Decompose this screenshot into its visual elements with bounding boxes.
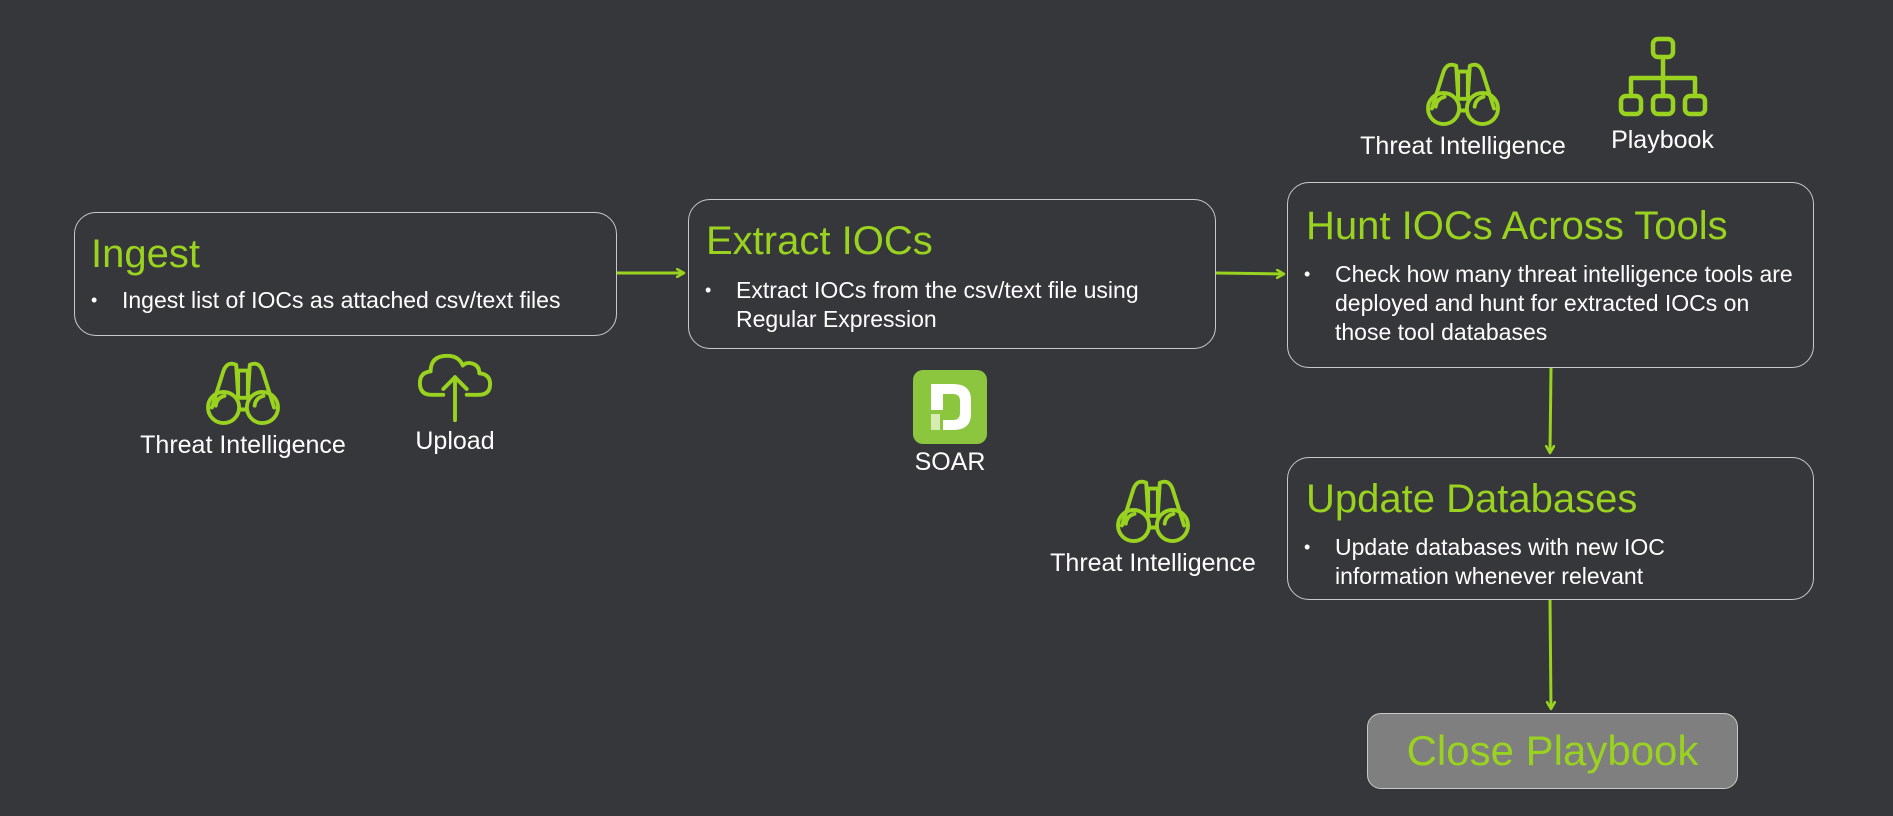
binoculars-icon bbox=[1424, 58, 1502, 128]
bullet-item: Update databases with new IOC informatio… bbox=[1302, 533, 1762, 591]
step-title: Hunt IOCs Across Tools bbox=[1306, 204, 1728, 248]
tool-label: Threat Intelligence bbox=[1050, 549, 1256, 577]
arrow-update-to-close bbox=[1550, 599, 1551, 709]
step-bullets: Ingest list of IOCs as attached csv/text… bbox=[89, 286, 609, 315]
tool-label: Upload bbox=[415, 427, 495, 455]
tool-upload: Upload bbox=[400, 349, 510, 456]
tool-label: Threat Intelligence bbox=[1360, 132, 1566, 160]
tool-threat-intelligence: Threat Intelligence bbox=[1348, 58, 1578, 161]
tool-label: SOAR bbox=[914, 448, 986, 476]
tool-playbook: Playbook bbox=[1600, 36, 1725, 155]
step-bullets: Update databases with new IOC informatio… bbox=[1302, 533, 1762, 591]
tool-threat-intelligence: Threat Intelligence bbox=[1038, 475, 1268, 578]
arrow-extract-to-hunt bbox=[1215, 273, 1284, 274]
bullet-item: Check how many threat intelligence tools… bbox=[1302, 260, 1807, 347]
cloud-upload-icon bbox=[416, 349, 494, 425]
step-bullets: Check how many threat intelligence tools… bbox=[1302, 260, 1807, 347]
tool-label: Playbook bbox=[1611, 126, 1714, 154]
binoculars-icon bbox=[204, 357, 282, 427]
binoculars-icon bbox=[1114, 475, 1192, 545]
bullet-item: Ingest list of IOCs as attached csv/text… bbox=[89, 286, 609, 315]
tool-threat-intelligence: Threat Intelligence bbox=[128, 357, 358, 460]
tool-soar: SOAR bbox=[900, 370, 1000, 477]
step-update-databases[interactable]: Update Databases Update databases with n… bbox=[1287, 457, 1814, 600]
step-ingest[interactable]: Ingest Ingest list of IOCs as attached c… bbox=[74, 212, 617, 336]
step-title: Ingest bbox=[91, 232, 200, 276]
step-title: Extract IOCs bbox=[706, 219, 933, 263]
step-hunt-iocs[interactable]: Hunt IOCs Across Tools Check how many th… bbox=[1287, 182, 1814, 368]
step-title: Update Databases bbox=[1306, 477, 1638, 521]
soar-logo-icon bbox=[913, 370, 987, 444]
arrow-hunt-to-update bbox=[1550, 367, 1551, 453]
close-playbook-step[interactable]: Close Playbook bbox=[1367, 713, 1738, 789]
step-extract-iocs[interactable]: Extract IOCs Extract IOCs from the csv/t… bbox=[688, 199, 1216, 349]
playbook-hierarchy-icon bbox=[1618, 36, 1708, 120]
bullet-item: Extract IOCs from the csv/text file usin… bbox=[703, 276, 1193, 334]
step-bullets: Extract IOCs from the csv/text file usin… bbox=[703, 276, 1193, 334]
tool-label: Threat Intelligence bbox=[140, 431, 346, 459]
